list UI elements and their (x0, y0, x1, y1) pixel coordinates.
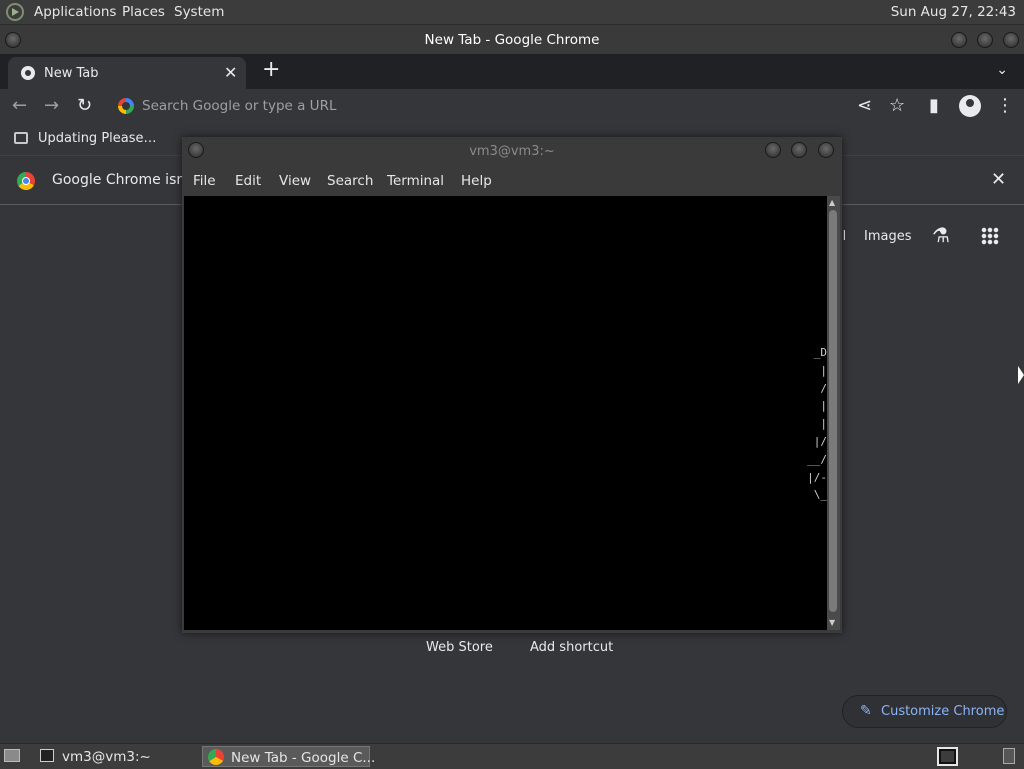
terminal-close-button[interactable] (818, 142, 834, 158)
terminal-output: _D | / | | |/ __/ |/- \_ (807, 346, 827, 502)
new-tab-button[interactable]: + (262, 59, 280, 81)
add-shortcut-button[interactable]: Add shortcut (530, 640, 613, 655)
taskbar-item-terminal[interactable]: vm3@vm3:~ (34, 746, 194, 767)
customize-chrome-label: Customize Chrome (881, 704, 1005, 719)
applications-menu[interactable]: Applications (34, 4, 116, 20)
system-menu[interactable]: System (174, 4, 224, 20)
scroll-up-arrow-icon[interactable]: ▲ (829, 198, 835, 207)
terminal-menu-file[interactable]: File (193, 173, 216, 189)
clock[interactable]: Sun Aug 27, 22:43 (891, 4, 1016, 20)
terminal-scrollbar[interactable]: ▲ ▼ (827, 196, 840, 630)
terminal-title: vm3@vm3:~ (469, 144, 555, 159)
tab-search-chevron-icon[interactable]: ⌄ (996, 62, 1008, 78)
ntp-images-link[interactable]: Images (864, 229, 912, 244)
chrome-menu-icon[interactable]: ⋮ (996, 95, 1014, 117)
top-panel: Applications Places System Sun Aug 27, 2… (0, 0, 1024, 25)
share-icon[interactable]: ⋖ (857, 95, 872, 117)
applications-logo-icon[interactable] (6, 3, 24, 21)
reload-icon[interactable]: ↻ (77, 95, 92, 117)
customize-chrome-button[interactable]: ✎ Customize Chrome (842, 695, 1007, 728)
terminal-menu-help[interactable]: Help (461, 173, 492, 189)
web-store-shortcut[interactable]: Web Store (426, 640, 493, 655)
tab-new-tab[interactable]: New Tab ✕ (8, 57, 246, 89)
scroll-down-arrow-icon[interactable]: ▼ (829, 618, 835, 627)
places-menu[interactable]: Places (122, 4, 165, 20)
tab-strip: New Tab ✕ + ⌄ (0, 54, 1024, 89)
google-apps-grid-icon[interactable] (981, 227, 999, 245)
toolbar: ← → ↻ Search Google or type a URL ⋖ ☆ ▮ … (0, 89, 1024, 124)
infobar-close-icon[interactable]: ✕ (991, 169, 1006, 190)
taskbar-item-label: vm3@vm3:~ (62, 749, 151, 765)
terminal-menubar: File Edit View Search Terminal Help (182, 167, 842, 195)
side-panel-icon[interactable]: ▮ (929, 95, 939, 117)
google-g-icon (118, 98, 134, 114)
chrome-icon (208, 749, 224, 765)
chrome-window-title: New Tab - Google Chrome (424, 32, 600, 48)
terminal-menu-terminal[interactable]: Terminal (387, 173, 444, 189)
omnibox-placeholder[interactable]: Search Google or type a URL (142, 98, 336, 114)
bookmark-page-icon (14, 132, 28, 144)
terminal-maximize-button[interactable] (791, 142, 807, 158)
taskbar-item-chrome[interactable]: New Tab - Google C... (202, 746, 375, 767)
taskbar-item-label: New Tab - Google C... (231, 750, 376, 766)
bookmark-star-icon[interactable]: ☆ (889, 95, 905, 117)
labs-flask-icon[interactable]: ⚗ (932, 223, 950, 247)
chrome-tab-icon (21, 66, 35, 80)
chrome-titlebar[interactable]: New Tab - Google Chrome (0, 25, 1024, 54)
terminal-menu-search[interactable]: Search (327, 173, 373, 189)
mouse-pointer-icon (1018, 366, 1024, 384)
bookmark-item[interactable]: Updating Please… (38, 131, 157, 146)
chrome-logo-icon (17, 172, 35, 190)
maximize-button[interactable] (977, 32, 993, 48)
terminal-minimize-button[interactable] (765, 142, 781, 158)
pencil-icon: ✎ (860, 703, 872, 719)
tab-close-icon[interactable]: ✕ (224, 63, 237, 82)
terminal-window[interactable]: vm3@vm3:~ File Edit View Search Terminal… (182, 137, 842, 633)
minimize-button[interactable] (951, 32, 967, 48)
terminal-icon (40, 749, 54, 762)
terminal-menu-edit[interactable]: Edit (235, 173, 261, 189)
terminal-screen[interactable]: _D | / | | |/ __/ |/- \_ (184, 196, 827, 630)
forward-arrow-icon[interactable]: → (44, 95, 59, 117)
trash-icon[interactable] (1003, 748, 1015, 764)
close-window-button[interactable] (1003, 32, 1019, 48)
tab-title: New Tab (44, 66, 99, 81)
scrollbar-thumb[interactable] (829, 210, 837, 612)
profile-avatar-icon[interactable] (959, 95, 981, 117)
omnibox[interactable]: Search Google or type a URL (110, 91, 885, 122)
back-arrow-icon[interactable]: ← (12, 95, 27, 117)
show-desktop-icon[interactable] (4, 749, 20, 762)
workspace-switcher[interactable] (937, 747, 958, 766)
terminal-menu-view[interactable]: View (279, 173, 311, 189)
bottom-panel: vm3@vm3:~ New Tab - Google C... (0, 743, 1024, 769)
